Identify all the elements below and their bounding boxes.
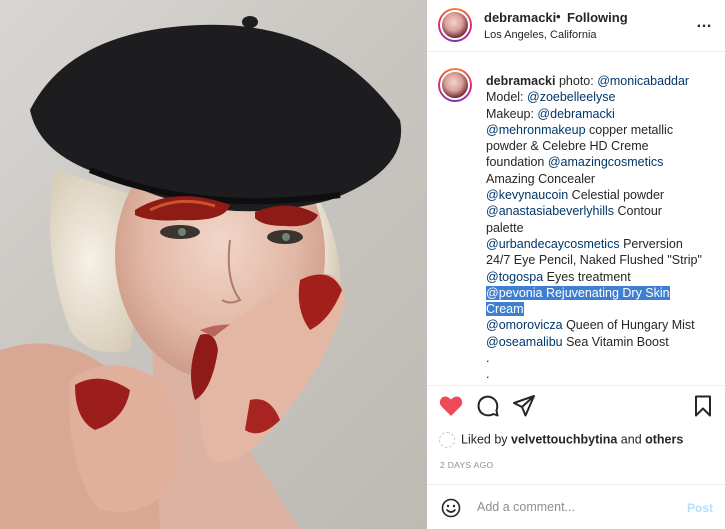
caption-segment: Model:: [486, 90, 527, 105]
caption-line: @kevynaucoin Celestial powder: [486, 187, 722, 203]
emoji-icon[interactable]: [441, 498, 461, 518]
caption-line: @pevonia Rejuvenating Dry Skin: [486, 285, 722, 301]
caption-line: @anastasiabeverlyhills Contour: [486, 203, 722, 219]
caption-line: Amazing Concealer: [486, 171, 722, 187]
liker-avatar[interactable]: [439, 432, 455, 448]
caption-segment: .: [486, 351, 490, 366]
caption-segment: palette: [486, 220, 524, 235]
comment-icon[interactable]: [477, 395, 499, 417]
caption-line: .: [486, 366, 722, 382]
mention-link[interactable]: @mehronmakeup: [486, 123, 586, 137]
likes-and: and: [617, 432, 646, 447]
heart-filled-icon[interactable]: [439, 395, 463, 417]
caption-line: @mehronmakeup copper metallic: [486, 122, 722, 138]
comment-input[interactable]: [477, 500, 667, 514]
caption-line: Cream: [486, 301, 722, 317]
caption-segment: powder & Celebre HD Creme: [486, 139, 649, 154]
mention-link[interactable]: @monicabaddar: [597, 74, 689, 88]
caption-line: palette: [486, 220, 722, 236]
caption-line: Model: @zoebelleelyse: [486, 89, 722, 105]
caption-segment: foundation: [486, 155, 548, 170]
mention-link[interactable]: @togospa: [486, 270, 543, 284]
caption-line: @urbandecaycosmetics Perversion: [486, 236, 722, 252]
caption-segment: copper metallic: [585, 122, 674, 137]
mention-link[interactable]: @kevynaucoin: [486, 188, 568, 202]
mention-link[interactable]: @amazingcosmetics: [548, 155, 664, 169]
caption-line: Makeup: @debramacki: [486, 106, 722, 122]
avatar[interactable]: [438, 8, 472, 42]
caption-segment: Contour: [614, 204, 662, 219]
mention-link[interactable]: @urbandecaycosmetics: [486, 237, 620, 251]
post-photo: [0, 16, 402, 529]
comment-box: Post: [427, 484, 725, 529]
caption-segment: .: [486, 367, 490, 382]
caption-segment: Sea Vitamin Boost: [562, 334, 669, 349]
caption-username[interactable]: debramacki: [486, 74, 555, 88]
caption-line: @omorovicza Queen of Hungary Mist: [486, 317, 722, 333]
caption-line: @togospa Eyes treatment: [486, 269, 722, 285]
caption-segment: Perversion: [619, 236, 683, 251]
caption-text: debramacki photo: @monicabaddar Model: @z…: [486, 73, 722, 383]
post-timestamp[interactable]: 2 DAYS AGO: [440, 460, 493, 470]
caption-segment: Queen of Hungary Mist: [562, 318, 695, 333]
mention-link[interactable]: @debramacki: [537, 107, 614, 121]
likes-others-link[interactable]: others: [645, 432, 683, 446]
location-link[interactable]: Los Angeles, California: [484, 29, 597, 41]
caption-segment: Amazing Concealer: [486, 171, 596, 186]
separator-dot: •: [556, 9, 561, 24]
caption-segment: photo:: [555, 74, 598, 88]
caption-line: debramacki photo: @monicabaddar: [486, 73, 722, 89]
following-button[interactable]: Following: [567, 10, 628, 25]
mention-link[interactable]: @oseamalibu: [486, 335, 563, 349]
caption-segment: Celestial powder: [568, 188, 665, 203]
caption-line: @oseamalibu Sea Vitamin Boost: [486, 334, 722, 350]
post-comment-button[interactable]: Post: [687, 501, 713, 515]
header-username[interactable]: debramacki: [484, 10, 556, 25]
likes-summary: Liked by velvettouchbytina and others: [439, 432, 683, 448]
caption-avatar[interactable]: [438, 68, 472, 102]
action-bar: [427, 385, 725, 425]
post-header: debramacki • Following Los Angeles, Cali…: [427, 0, 725, 52]
caption-line: powder & Celebre HD Creme: [486, 138, 722, 154]
mention-link[interactable]: @zoebelleelyse: [527, 90, 615, 104]
post-sidebar: debramacki • Following Los Angeles, Cali…: [427, 0, 725, 529]
caption-segment: Eyes treatment: [543, 269, 631, 284]
caption-line: foundation @amazingcosmetics: [486, 154, 722, 170]
caption-line: .: [486, 350, 722, 366]
liker-username[interactable]: velvettouchbytina: [511, 432, 617, 446]
bookmark-icon[interactable]: [693, 395, 713, 417]
likes-prefix: Liked by: [461, 432, 512, 447]
caption-segment: 24/7 Eye Pencil, Naked Flushed "Strip": [486, 253, 702, 268]
highlighted-text: @pevonia Rejuvenating Dry Skin: [486, 285, 670, 300]
caption-segment: Makeup:: [486, 106, 538, 121]
paper-plane-icon[interactable]: [513, 395, 535, 417]
more-options-icon[interactable]: …: [696, 14, 713, 32]
caption-line: 24/7 Eye Pencil, Naked Flushed "Strip": [486, 252, 722, 268]
highlighted-text: Cream: [486, 302, 524, 317]
mention-link[interactable]: @omorovicza: [486, 318, 563, 332]
post-image[interactable]: [0, 0, 427, 529]
mention-link[interactable]: @anastasiabeverlyhills: [486, 204, 614, 218]
